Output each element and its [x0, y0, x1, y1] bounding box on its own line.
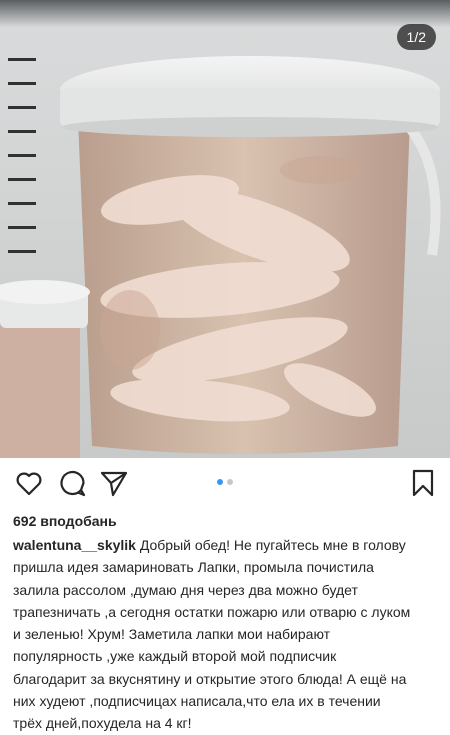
username-link[interactable]: walentuna__skylik: [13, 537, 136, 553]
post-image: [0, 0, 450, 458]
carousel-dot-active: [217, 479, 223, 485]
likes-count[interactable]: 692 вподобань: [0, 506, 450, 532]
post-caption: walentuna__skylik Добрый обед! Не пугайт…: [0, 532, 425, 735]
bookmark-icon[interactable]: [408, 468, 438, 498]
caption-text: Добрый обед! Не пугайтесь мне в голову п…: [13, 537, 411, 732]
post-photo[interactable]: 1/2: [0, 0, 450, 458]
post-actions-bar: [0, 458, 450, 506]
carousel-dot: [227, 479, 233, 485]
carousel-indicator: [0, 479, 450, 485]
image-counter: 1/2: [396, 24, 436, 50]
